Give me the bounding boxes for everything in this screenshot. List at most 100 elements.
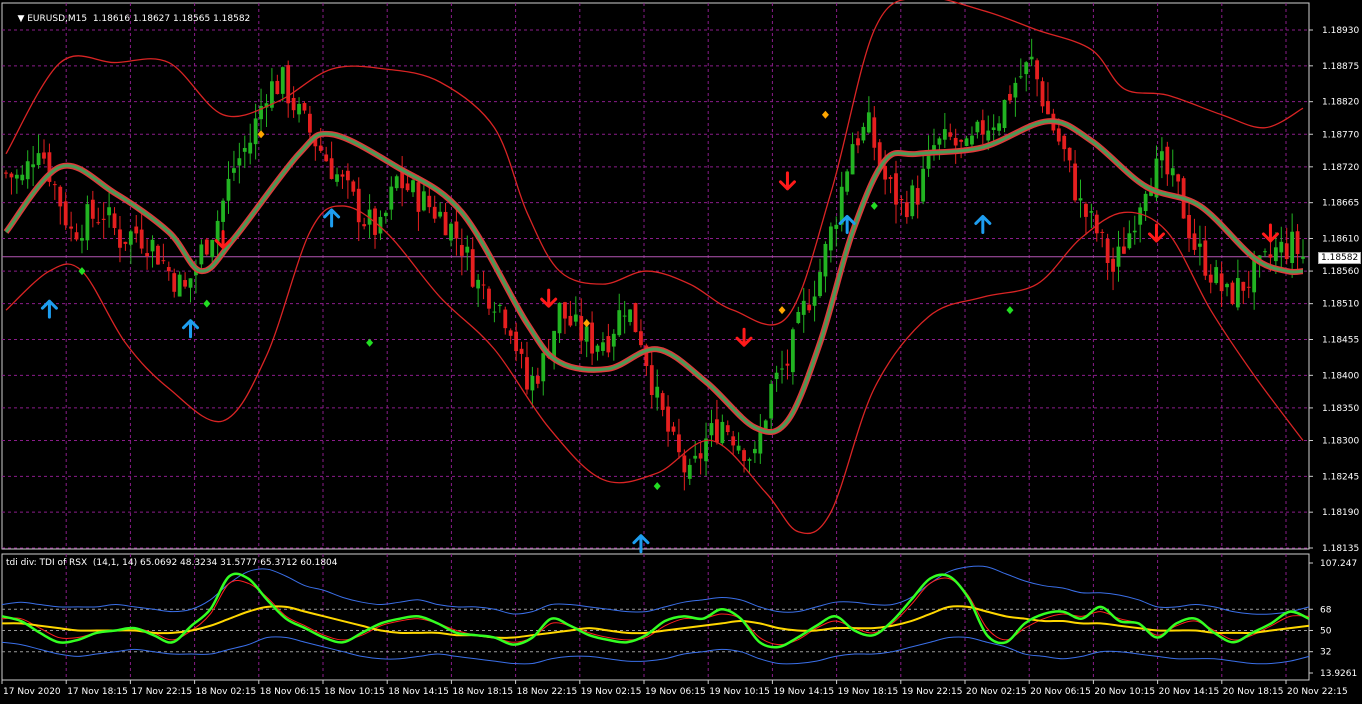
candle-body bbox=[942, 129, 947, 140]
candle-body bbox=[1111, 258, 1115, 272]
candle-body bbox=[497, 304, 502, 306]
candle-body bbox=[595, 345, 600, 352]
candle-body bbox=[42, 152, 46, 159]
x-tick-label: 18 Nov 02:15 bbox=[196, 687, 257, 697]
candle-body bbox=[731, 436, 736, 446]
candle-body bbox=[85, 204, 90, 241]
candle-body bbox=[975, 121, 980, 133]
candle-body bbox=[1024, 62, 1029, 75]
y-tick-label: 1.18510 bbox=[1322, 300, 1359, 310]
x-tick-label: 17 Nov 18:15 bbox=[67, 687, 128, 697]
candle-body bbox=[1219, 273, 1224, 292]
candle-body bbox=[1235, 278, 1240, 308]
candle-body bbox=[1284, 243, 1289, 260]
ma-inner-line bbox=[4, 119, 1304, 434]
candle-body bbox=[237, 158, 242, 166]
candle-body bbox=[1214, 267, 1219, 284]
x-tick-label: 19 Nov 10:15 bbox=[709, 687, 770, 697]
candle-body bbox=[503, 309, 508, 329]
candle-body bbox=[1018, 76, 1023, 78]
candle-body bbox=[324, 154, 329, 162]
candle-body bbox=[1295, 231, 1300, 255]
candle-body bbox=[1002, 99, 1007, 129]
green-dot-icon bbox=[203, 299, 211, 308]
candle-body bbox=[617, 310, 622, 336]
candle-body bbox=[308, 113, 312, 133]
candle-body bbox=[1127, 233, 1132, 249]
candle-body bbox=[465, 246, 470, 253]
y-tick-label: 1.18770 bbox=[1322, 130, 1359, 140]
candle-body bbox=[253, 118, 258, 145]
candle-body bbox=[232, 168, 236, 173]
candle-body bbox=[1056, 128, 1061, 142]
candle-body bbox=[90, 199, 95, 219]
candle-body bbox=[421, 191, 426, 211]
symbol-label: EURUSD,M15 bbox=[27, 14, 88, 24]
candle-body bbox=[725, 425, 730, 433]
candle-body bbox=[796, 312, 801, 324]
candle-body bbox=[769, 383, 774, 419]
candle-body bbox=[1029, 56, 1034, 60]
candle-body bbox=[850, 144, 855, 175]
candle-body bbox=[1197, 243, 1202, 247]
candle-body bbox=[856, 138, 860, 146]
candle-body bbox=[96, 222, 101, 224]
candle-body bbox=[525, 357, 529, 390]
candle-body bbox=[790, 329, 795, 373]
chart-canvas[interactable]: 17 Nov 2020 17 Nov 18:15 17 Nov 22:15 18 No… bbox=[0, 0, 1362, 700]
tdi-rsi-line bbox=[1, 572, 1310, 649]
current-price-label: 1.18582 bbox=[1318, 252, 1362, 264]
candle-body bbox=[1035, 60, 1039, 80]
candle-body bbox=[622, 315, 627, 317]
candle-body bbox=[481, 284, 486, 286]
x-tick-label: 20 Nov 14:15 bbox=[1159, 687, 1220, 697]
candle-body bbox=[31, 164, 36, 168]
candle-body bbox=[20, 174, 25, 181]
candle-body bbox=[709, 423, 714, 436]
candle-body bbox=[139, 229, 144, 249]
up-arrow-icon bbox=[323, 208, 341, 228]
candle-body bbox=[416, 182, 421, 212]
x-tick-label: 20 Nov 18:15 bbox=[1223, 687, 1284, 697]
candle-body bbox=[74, 232, 79, 240]
candle-body bbox=[449, 223, 453, 241]
candle-body bbox=[248, 142, 253, 154]
down-arrow-icon bbox=[735, 327, 753, 347]
green-dot-icon bbox=[653, 482, 661, 491]
candle-body bbox=[715, 419, 719, 443]
candle-body bbox=[579, 316, 584, 341]
candle-body bbox=[980, 120, 985, 135]
x-tick-label: 19 Nov 22:15 bbox=[902, 687, 963, 697]
candle-body bbox=[1040, 81, 1045, 107]
candle-body bbox=[427, 195, 432, 208]
x-tick-label: 17 Nov 22:15 bbox=[131, 687, 192, 697]
candle-body bbox=[530, 375, 535, 391]
candle-body bbox=[172, 273, 177, 292]
orange-dot-icon bbox=[821, 110, 829, 119]
candle-body bbox=[666, 406, 670, 432]
dropdown-icon[interactable]: ▼ bbox=[17, 14, 27, 24]
candle-body bbox=[150, 239, 155, 252]
candle-body bbox=[872, 117, 877, 148]
y-tick-label: 1.18135 bbox=[1322, 544, 1359, 554]
candle-body bbox=[986, 130, 991, 141]
candle-body bbox=[834, 224, 839, 229]
candle-body bbox=[514, 331, 519, 352]
candle-body bbox=[888, 177, 893, 179]
candle-body bbox=[915, 188, 920, 205]
candle-body bbox=[633, 302, 638, 333]
candle-body bbox=[123, 241, 128, 244]
y-tick-label: 1.18455 bbox=[1322, 335, 1359, 345]
candle-body bbox=[801, 300, 806, 315]
upper-band bbox=[5, 0, 1304, 326]
ma-outer-line bbox=[3, 118, 1304, 435]
candle-body bbox=[687, 464, 692, 479]
candle-body bbox=[487, 288, 491, 309]
y-tick-label: 1.18300 bbox=[1322, 436, 1359, 446]
candle-body bbox=[1252, 260, 1257, 293]
candle-body bbox=[1225, 283, 1229, 288]
candle-body bbox=[1192, 233, 1197, 250]
candle-body bbox=[921, 168, 926, 202]
candle-body bbox=[101, 218, 106, 220]
candle-body bbox=[1084, 203, 1088, 217]
